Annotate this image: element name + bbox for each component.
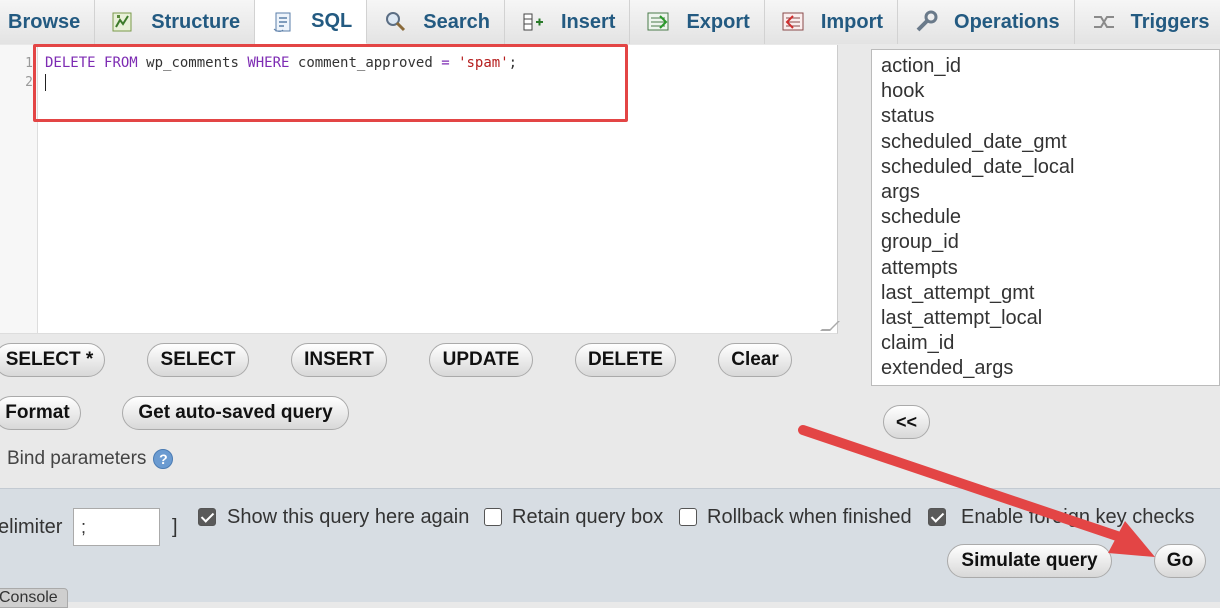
foreign-key-checks-checkbox[interactable] (928, 508, 946, 526)
console-tab[interactable]: Console (0, 588, 68, 608)
column-option[interactable]: action_id (881, 54, 1219, 79)
column-option[interactable]: claim_id (881, 331, 1219, 356)
clear-button[interactable]: Clear (718, 343, 792, 377)
column-option[interactable]: attempts (881, 256, 1219, 281)
go-button[interactable]: Go (1154, 544, 1206, 578)
tab-structure[interactable]: Structure (95, 0, 256, 44)
select-button[interactable]: SELECT (147, 343, 249, 377)
annotation-highlight-box (33, 44, 628, 122)
tab-triggers[interactable]: Triggers (1074, 0, 1220, 44)
column-option[interactable]: scheduled_date_gmt (881, 130, 1219, 155)
tab-operations[interactable]: Operations (898, 0, 1075, 44)
resize-handle[interactable] (820, 321, 840, 331)
delete-button[interactable]: DELETE (575, 343, 676, 377)
column-list[interactable]: action_id hook status scheduled_date_gmt… (871, 49, 1220, 386)
show-query-checkbox[interactable] (198, 508, 216, 526)
retain-query-box-label: Retain query box (512, 506, 664, 528)
delimiter-input[interactable] (73, 508, 160, 546)
simulate-query-button[interactable]: Simulate query (947, 544, 1112, 578)
rollback-checkbox[interactable] (679, 508, 697, 526)
delimiter-label: elimiter (0, 516, 63, 538)
show-query-label: Show this query here again (227, 506, 470, 528)
select-all-button[interactable]: SELECT * (0, 343, 105, 377)
insert-icon (521, 10, 547, 34)
operations-icon (914, 10, 940, 34)
structure-icon (111, 10, 137, 34)
sql-icon (271, 10, 297, 34)
tab-label: Triggers (1130, 10, 1210, 33)
triggers-icon (1091, 10, 1117, 34)
tab-label: Insert (561, 10, 616, 33)
search-icon (383, 10, 409, 34)
get-auto-saved-query-button[interactable]: Get auto-saved query (122, 396, 349, 430)
tab-label: SQL (311, 10, 353, 32)
column-option[interactable]: extended_args (881, 356, 1219, 381)
tab-sql[interactable]: SQL (255, 0, 368, 44)
help-icon[interactable]: ? (153, 449, 174, 469)
insert-button[interactable]: INSERT (291, 343, 387, 377)
tab-browse[interactable]: Browse (0, 0, 96, 44)
export-icon (646, 10, 672, 34)
column-option[interactable]: hook (881, 79, 1219, 104)
foreign-key-checks-label: Enable foreign key checks (961, 506, 1195, 528)
tab-bar: Browse Structure SQL Search Insert Expor… (0, 0, 1220, 44)
tab-export[interactable]: Export (630, 0, 765, 44)
column-option[interactable]: status (881, 104, 1219, 129)
tab-label: Browse (8, 10, 81, 33)
column-option[interactable]: schedule (881, 205, 1219, 230)
delimiter-bracket: ] (172, 516, 178, 538)
retain-query-box-checkbox[interactable] (484, 508, 502, 526)
tab-import[interactable]: Import (764, 0, 899, 44)
column-option[interactable]: last_attempt_gmt (881, 281, 1219, 306)
column-option[interactable]: args (881, 180, 1219, 205)
rollback-label: Rollback when finished (707, 506, 912, 528)
tab-search[interactable]: Search (367, 0, 505, 44)
query-options-panel: elimiter ] Show this query here again Re… (0, 488, 1220, 602)
tab-label: Search (423, 10, 490, 33)
tab-label: Structure (151, 10, 241, 33)
tab-label: Operations (954, 10, 1060, 33)
insert-column-button[interactable]: << (883, 405, 930, 439)
bind-parameters-toggle[interactable]: Bind parameters ? (7, 448, 174, 470)
line-number: 1 (25, 56, 33, 71)
column-option[interactable]: scheduled_date_local (881, 155, 1219, 180)
column-option[interactable]: last_attempt_local (881, 306, 1219, 331)
tab-label: Import (820, 10, 884, 33)
update-button[interactable]: UPDATE (429, 343, 533, 377)
line-number: 2 (25, 75, 33, 90)
tab-label: Export (686, 10, 750, 33)
import-icon (781, 10, 807, 34)
tab-insert[interactable]: Insert (505, 0, 631, 44)
column-option[interactable]: group_id (881, 230, 1219, 255)
format-button[interactable]: Format (0, 396, 81, 430)
bind-parameters-label: Bind parameters (7, 448, 147, 469)
